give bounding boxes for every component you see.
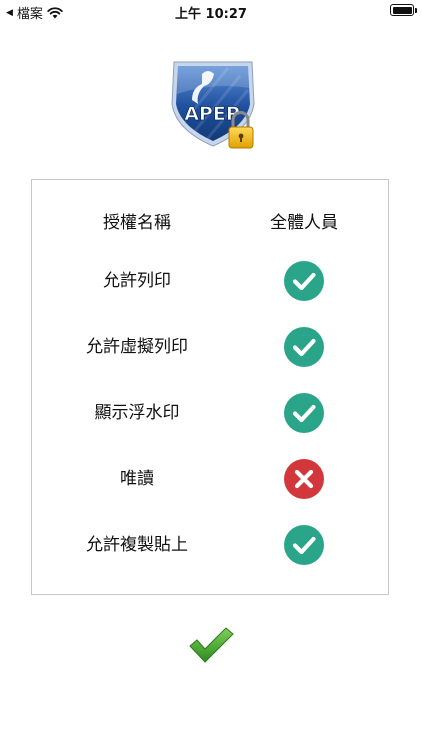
permission-row: 允許列印 (32, 261, 388, 301)
check-circle-icon (284, 525, 324, 565)
check-circle-icon (284, 261, 324, 301)
x-circle-icon (284, 459, 324, 499)
logo-text: APEP (184, 103, 240, 125)
checkmark-icon[interactable] (189, 627, 234, 663)
status-time: 上午 10:27 (175, 7, 247, 22)
permissions-card: 授權名稱 全體人員 允許列印 允許虛擬列印 顯示浮水印 唯讀 允許複製貼上 (31, 179, 389, 595)
permission-label: 顯示浮水印 (94, 403, 180, 423)
permission-label: 允許虛擬列印 (86, 337, 188, 357)
status-bar: ◀ 檔案 上午 10:27 (0, 0, 422, 22)
check-circle-icon (284, 327, 324, 367)
header-scope: 全體人員 (244, 203, 364, 243)
apep-shield-logo: APEP (171, 61, 255, 149)
check-circle-icon (284, 393, 324, 433)
header-scope-label: 全體人員 (270, 213, 338, 233)
permission-label: 唯讀 (120, 469, 154, 489)
permission-row: 顯示浮水印 (32, 393, 388, 433)
permission-row: 唯讀 (32, 459, 388, 499)
header-permission-name: 授權名稱 (103, 213, 171, 233)
confirm-checkmark-button[interactable] (188, 626, 234, 664)
battery-icon (390, 4, 417, 16)
permission-label: 允許列印 (103, 271, 171, 291)
permission-row: 允許虛擬列印 (32, 327, 388, 367)
permission-row: 允許複製貼上 (32, 525, 388, 565)
permission-label: 允許複製貼上 (86, 535, 188, 555)
permissions-header-row: 授權名稱 全體人員 (32, 203, 388, 243)
